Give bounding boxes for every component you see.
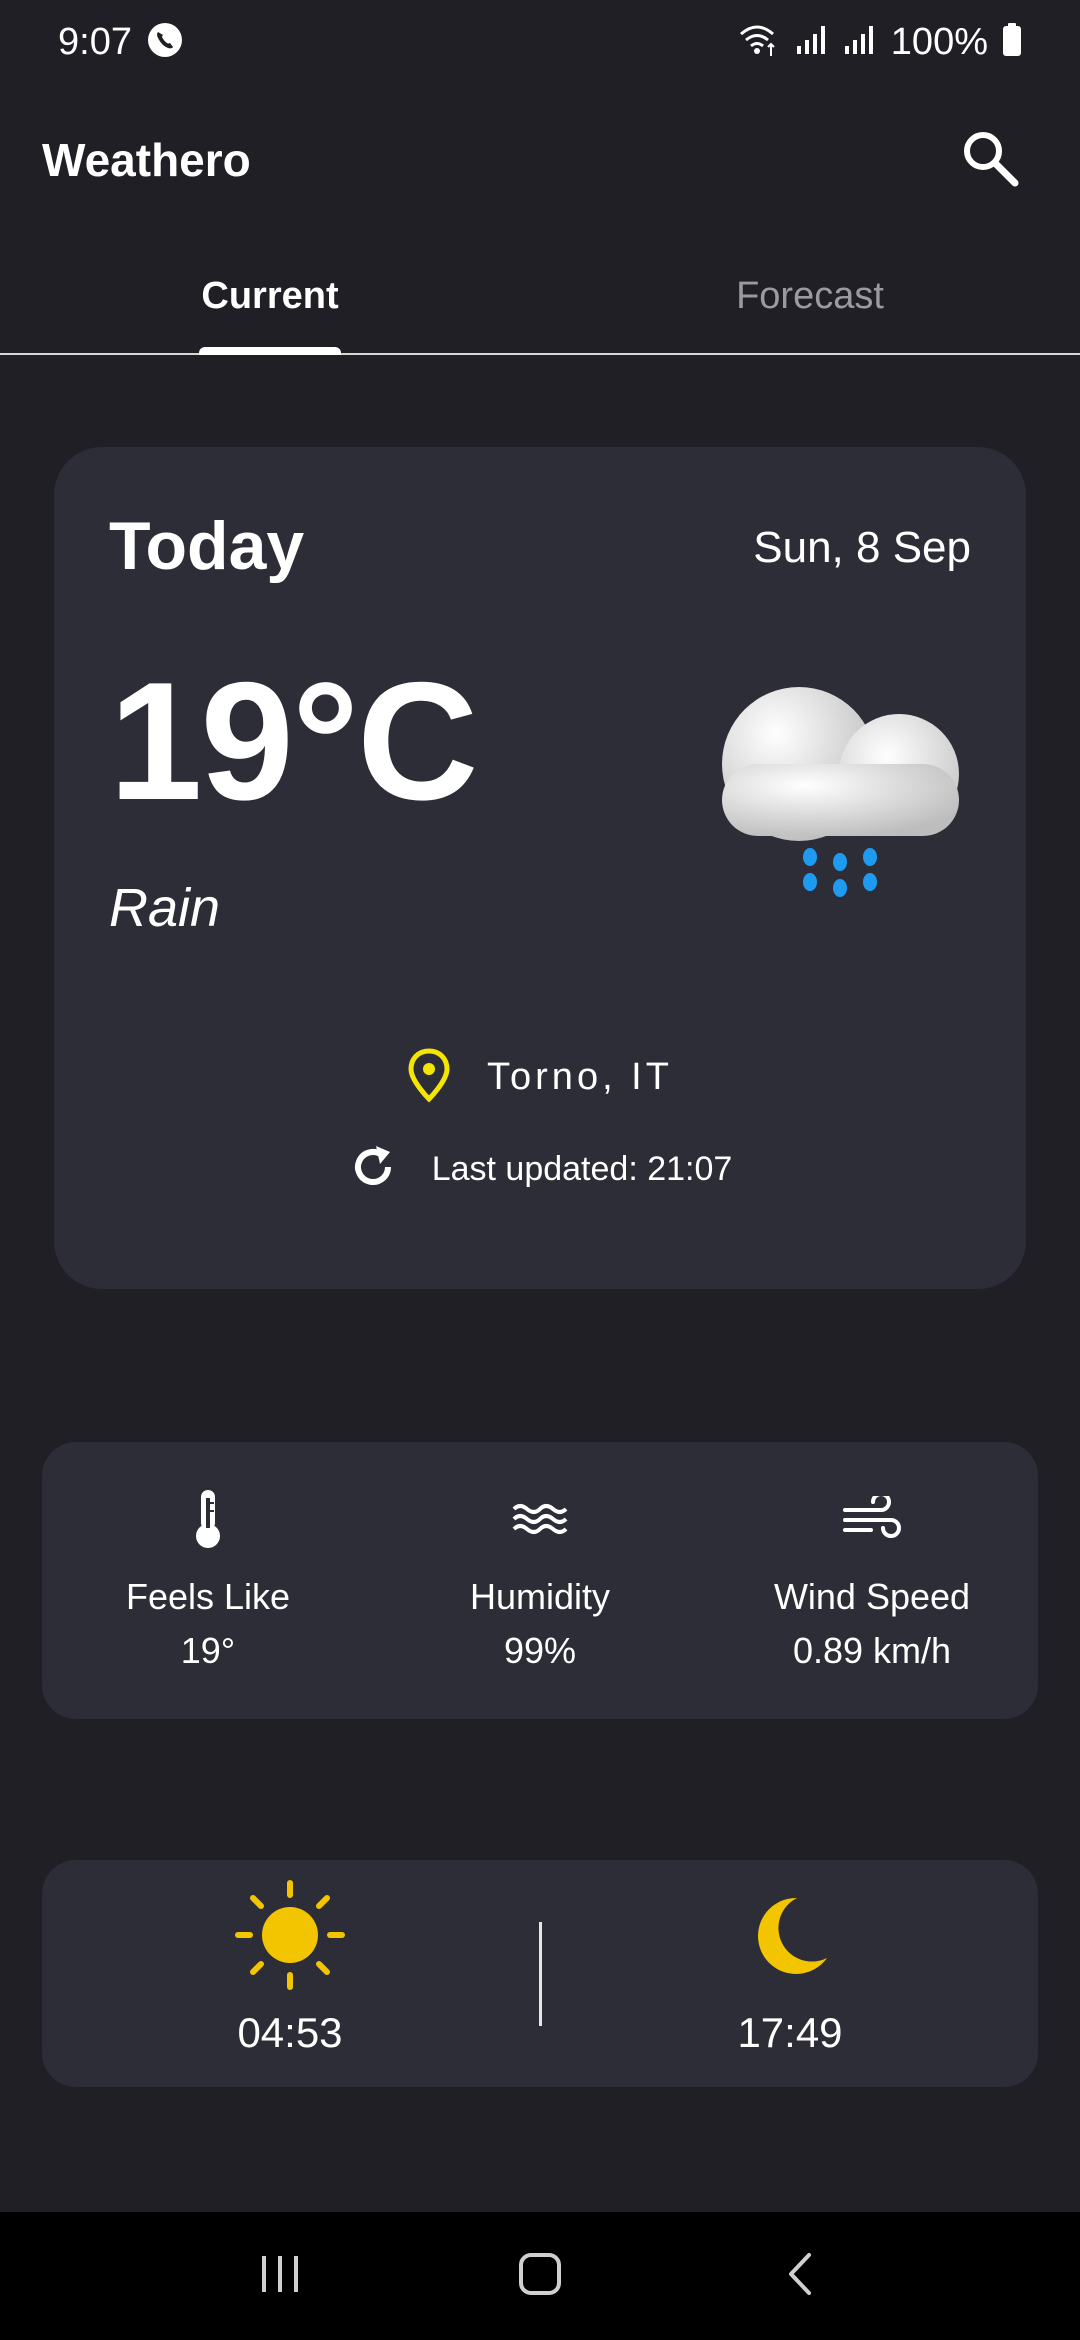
moon-icon — [735, 1880, 845, 1995]
battery-icon — [1002, 22, 1022, 62]
status-left: 9:07 — [58, 21, 184, 64]
last-updated-row: Last updated: 21:07 — [54, 1142, 1026, 1197]
day-label: Today — [109, 508, 305, 584]
call-icon — [146, 21, 184, 64]
wind-speed-label: Wind Speed — [773, 1576, 971, 1617]
sunrise-time: 04:53 — [237, 2009, 343, 2056]
current-weather-card: Today Sun, 8 Sep 19°C Rain Torno, IT Las… — [54, 447, 1026, 1289]
tab-current[interactable]: Current — [0, 240, 540, 353]
feels-like-label: Feels Like — [125, 1576, 291, 1617]
details-card: Feels Like 19° Humidity 99% Wind Speed 0… — [42, 1442, 1038, 1719]
back-icon — [785, 2251, 815, 2302]
feels-like-value: 19° — [180, 1630, 236, 1671]
recent-apps-button[interactable] — [220, 2226, 340, 2326]
humidity-value: 99% — [503, 1630, 577, 1671]
system-nav-bar — [0, 2212, 1080, 2340]
app-title: Weathero — [42, 134, 251, 186]
search-icon — [959, 127, 1021, 194]
tab-bar: Current Forecast — [0, 240, 1080, 355]
detail-feels-like: Feels Like 19° — [42, 1442, 374, 1719]
battery-percent: 100% — [890, 20, 988, 63]
location-text: Torno, IT — [487, 1056, 673, 1098]
thermometer-icon — [191, 1484, 225, 1554]
sun-divider — [539, 1922, 542, 2026]
location-row: Torno, IT — [54, 1047, 1026, 1108]
signal-icon — [795, 24, 829, 61]
detail-wind-speed: Wind Speed 0.89 km/h — [706, 1442, 1038, 1719]
refresh-icon[interactable] — [348, 1142, 398, 1197]
date-label: Sun, 8 Sep — [753, 523, 971, 572]
wind-icon — [841, 1484, 903, 1554]
home-button[interactable] — [480, 2226, 600, 2326]
sun-card: 04:53 17:49 — [42, 1860, 1038, 2087]
wind-speed-value: 0.89 km/h — [792, 1630, 952, 1671]
condition: Rain — [109, 878, 221, 938]
back-button[interactable] — [740, 2226, 860, 2326]
last-updated-text: Last updated: 21:07 — [431, 1150, 733, 1188]
humidity-label: Humidity — [469, 1576, 611, 1617]
home-icon — [518, 2252, 562, 2301]
rain-cloud-icon — [714, 682, 964, 912]
status-time: 9:07 — [58, 20, 132, 63]
detail-humidity: Humidity 99% — [374, 1442, 706, 1719]
waves-icon — [510, 1484, 570, 1554]
signal-icon-2 — [843, 24, 877, 61]
status-bar: 9:07 100% — [0, 0, 1080, 84]
location-pin-icon — [407, 1047, 451, 1108]
status-right: 100% — [737, 21, 1022, 64]
sunset-time: 17:49 — [737, 2009, 843, 2056]
tab-current-label: Current — [201, 275, 339, 317]
temperature: 19°C — [109, 647, 478, 835]
tab-forecast[interactable]: Forecast — [540, 240, 1080, 353]
sunrise-item: 04:53 — [140, 1880, 440, 2057]
wifi-icon — [737, 22, 781, 63]
search-button[interactable] — [940, 110, 1040, 210]
tab-indicator — [199, 347, 341, 355]
sun-icon — [235, 1880, 345, 1995]
recent-apps-icon — [258, 2254, 302, 2299]
tab-forecast-label: Forecast — [736, 275, 884, 317]
app-bar: Weathero — [0, 110, 1080, 210]
sunset-item: 17:49 — [640, 1880, 940, 2057]
